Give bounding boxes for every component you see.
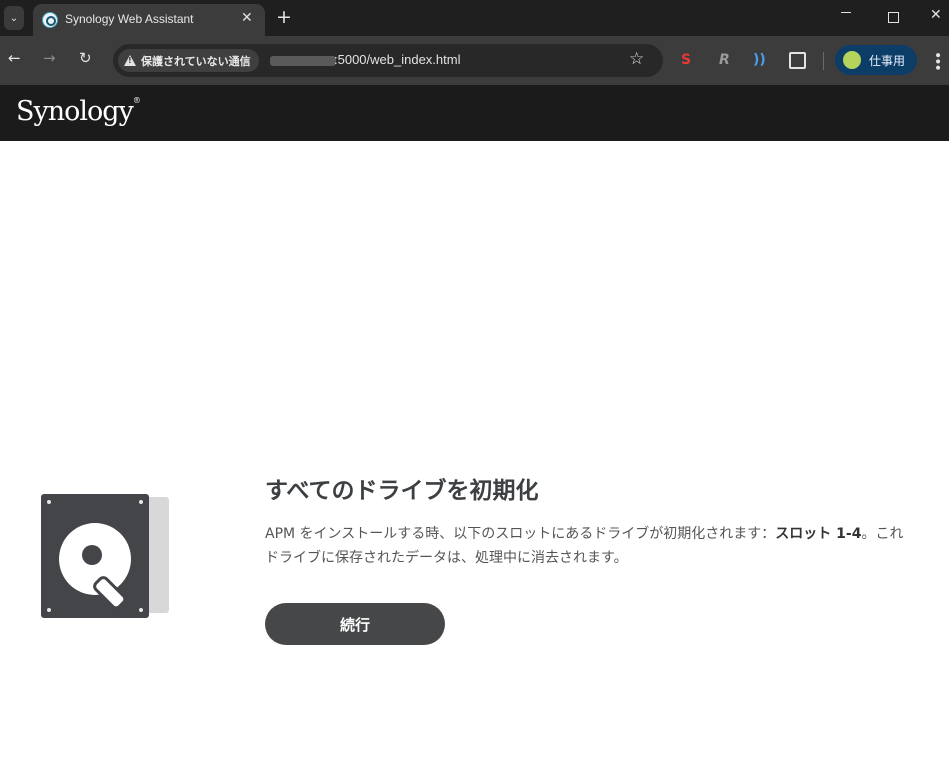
logo-registered-mark: ® xyxy=(132,96,141,105)
drive-shadow xyxy=(148,497,169,613)
warning-icon xyxy=(124,55,136,66)
toolbar-separator xyxy=(823,52,824,70)
continue-button[interactable]: 続行 xyxy=(265,603,445,645)
tab-title: Synology Web Assistant xyxy=(65,12,194,26)
logo-text: Synology xyxy=(16,96,134,127)
screw-icon xyxy=(139,500,143,504)
new-tab-icon[interactable]: + xyxy=(276,6,292,28)
window-close-icon[interactable]: ✕ xyxy=(930,7,942,23)
back-icon[interactable]: ← xyxy=(8,51,21,66)
security-chip-label: 保護されていない通信 xyxy=(141,54,251,68)
address-bar[interactable]: 保護されていない通信 :5000/web_index.html ☆ xyxy=(113,44,663,77)
tab-search-icon[interactable]: ⌄ xyxy=(4,6,24,30)
disk-hub xyxy=(82,545,102,565)
screw-icon xyxy=(47,608,51,612)
url-host-redacted xyxy=(270,56,336,66)
synology-logo: Synology® xyxy=(16,96,141,127)
browser-tab-strip: ⌄ Synology Web Assistant ✕ + ✕ xyxy=(0,0,949,36)
minimize-icon[interactable] xyxy=(841,12,851,13)
description-text: APM をインストールする時、以下のスロットにあるドライブが初期化されます： xyxy=(265,526,776,542)
hard-drive-icon xyxy=(41,494,149,618)
bookmark-star-icon[interactable]: ☆ xyxy=(629,49,644,69)
screw-icon xyxy=(139,608,143,612)
profile-button[interactable]: 仕事用 xyxy=(835,45,917,75)
extensions-puzzle-icon[interactable] xyxy=(789,52,806,69)
disk-platter-icon xyxy=(59,523,131,612)
disk-arm xyxy=(90,573,129,612)
wifi-extension-icon[interactable]: )) xyxy=(753,53,766,67)
description-line-2: ドライブに保存されたデータは、処理中に消去されます。 xyxy=(265,550,628,566)
synology-favicon-icon xyxy=(42,12,58,28)
security-chip[interactable]: 保護されていない通信 xyxy=(118,49,259,72)
r-extension-icon[interactable]: R xyxy=(719,53,730,67)
page-description: APM をインストールする時、以下のスロットにあるドライブが初期化されます：スロ… xyxy=(265,522,949,570)
url-text[interactable]: :5000/web_index.html xyxy=(334,52,460,67)
browser-tab[interactable]: Synology Web Assistant ✕ xyxy=(33,4,265,36)
browser-menu-icon[interactable]: ••• xyxy=(929,51,945,70)
browser-toolbar: ← → ↻ 保護されていない通信 :5000/web_index.html ☆ … xyxy=(0,36,949,85)
app-header: Synology® xyxy=(0,85,949,141)
reload-icon[interactable]: ↻ xyxy=(79,51,92,66)
forward-icon[interactable]: → xyxy=(43,51,56,66)
screw-icon xyxy=(47,500,51,504)
page-title: すべてのドライブを初期化 xyxy=(265,478,539,504)
description-text-tail: 。これ xyxy=(861,526,904,542)
avatar xyxy=(843,51,861,69)
tab-close-icon[interactable]: ✕ xyxy=(241,10,253,26)
red-s-extension-icon[interactable]: S xyxy=(681,53,691,67)
maximize-icon[interactable] xyxy=(888,12,899,23)
profile-label: 仕事用 xyxy=(869,54,906,68)
slot-range: スロット 1-4 xyxy=(775,526,862,542)
